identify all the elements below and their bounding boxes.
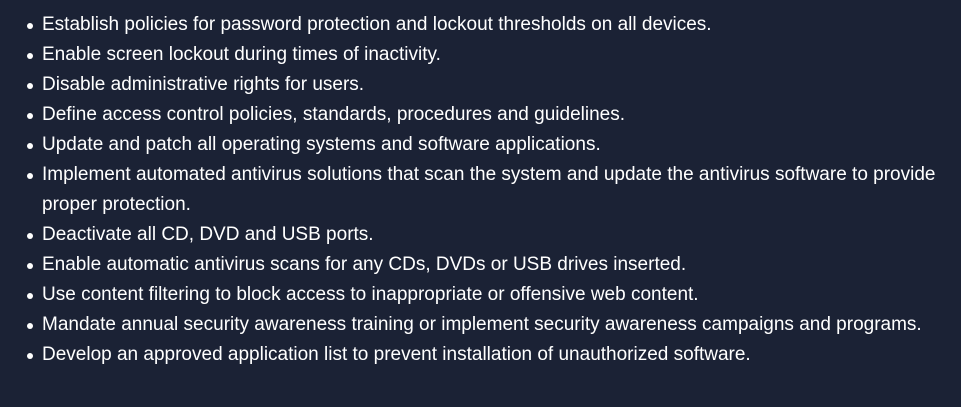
bullet-icon — [27, 23, 33, 29]
list-item-text: Implement automated antivirus solutions … — [42, 164, 936, 215]
list-item: Establish policies for password protecti… — [27, 10, 951, 40]
bullet-icon — [27, 323, 33, 329]
bullet-icon — [27, 143, 33, 149]
security-measures-list: Establish policies for password protecti… — [0, 0, 961, 370]
list-item: Develop an approved application list to … — [27, 340, 951, 370]
list-item: Use content filtering to block access to… — [27, 280, 951, 310]
bullet-icon — [27, 233, 33, 239]
list-item-text: Establish policies for password protecti… — [42, 14, 712, 35]
list-item-text: Disable administrative rights for users. — [42, 74, 365, 95]
bullet-icon — [27, 53, 33, 59]
content-panel: Establish policies for password protecti… — [0, 0, 961, 407]
list-item-text: Enable screen lockout during times of in… — [42, 44, 441, 65]
list-item-text: Update and patch all operating systems a… — [42, 134, 601, 155]
bullet-icon — [27, 83, 33, 89]
list-item-text: Mandate annual security awareness traini… — [42, 314, 922, 335]
list-item-text: Develop an approved application list to … — [42, 344, 751, 365]
bullet-icon — [27, 263, 33, 269]
bullet-icon — [27, 173, 33, 179]
list-item: Enable screen lockout during times of in… — [27, 40, 951, 70]
bullet-icon — [27, 293, 33, 299]
list-item-text: Deactivate all CD, DVD and USB ports. — [42, 224, 374, 245]
list-item-text: Enable automatic antivirus scans for any… — [42, 254, 687, 275]
list-item: Mandate annual security awareness traini… — [27, 310, 951, 340]
list-item: Enable automatic antivirus scans for any… — [27, 250, 951, 280]
list-item: Define access control policies, standard… — [27, 100, 951, 130]
list-item-text: Use content filtering to block access to… — [42, 284, 699, 305]
list-item-text: Define access control policies, standard… — [42, 104, 625, 125]
bullet-icon — [27, 113, 33, 119]
bullet-icon — [27, 353, 33, 359]
list-item: Disable administrative rights for users. — [27, 70, 951, 100]
list-item: Update and patch all operating systems a… — [27, 130, 951, 160]
list-item: Deactivate all CD, DVD and USB ports. — [27, 220, 951, 250]
list-item: Implement automated antivirus solutions … — [27, 160, 951, 220]
